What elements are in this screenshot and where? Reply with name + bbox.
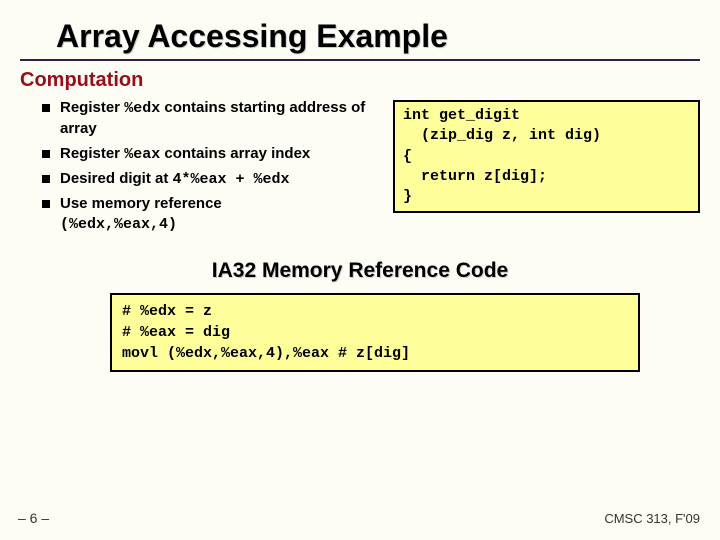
bullet-2: Register %eax contains array index <box>42 144 375 165</box>
c-code-box: int get_digit (zip_dig z, int dig) { ret… <box>393 100 700 213</box>
bullet-2-post: contains array index <box>160 145 310 162</box>
course-footer: CMSC 313, F'09 <box>604 511 700 526</box>
title-rule <box>20 59 700 61</box>
bullet-4-sub: (%edx,%eax,4) <box>20 216 375 233</box>
slide-title: Array Accessing Example <box>56 18 700 55</box>
asm-code-box: # %edx = z # %eax = dig movl (%edx,%eax,… <box>110 293 640 372</box>
slide: Array Accessing Example Computation Regi… <box>0 0 720 540</box>
bullet-3: Desired digit at 4*%eax + %edx <box>42 169 375 190</box>
page-number: – 6 – <box>18 510 49 526</box>
bullet-2-pre: Register <box>60 145 124 162</box>
bullet-1: Register %edx contains starting address … <box>42 98 375 140</box>
bullet-1-code: %edx <box>124 100 160 117</box>
bullet-1-pre: Register <box>60 99 124 116</box>
right-column: int get_digit (zip_dig z, int dig) { ret… <box>393 98 700 233</box>
left-column: Register %edx contains starting address … <box>20 98 375 233</box>
bullet-3-code: 4*%eax + %edx <box>173 171 290 188</box>
content-columns: Register %edx contains starting address … <box>20 98 700 233</box>
bullet-2-code: %eax <box>124 146 160 163</box>
bullet-4: Use memory reference <box>42 194 375 214</box>
bullet-list: Register %edx contains starting address … <box>20 98 375 214</box>
ia32-heading: IA32 Memory Reference Code <box>20 259 700 283</box>
bullet-3-pre: Desired digit at <box>60 170 173 187</box>
section-heading: Computation <box>20 69 700 92</box>
